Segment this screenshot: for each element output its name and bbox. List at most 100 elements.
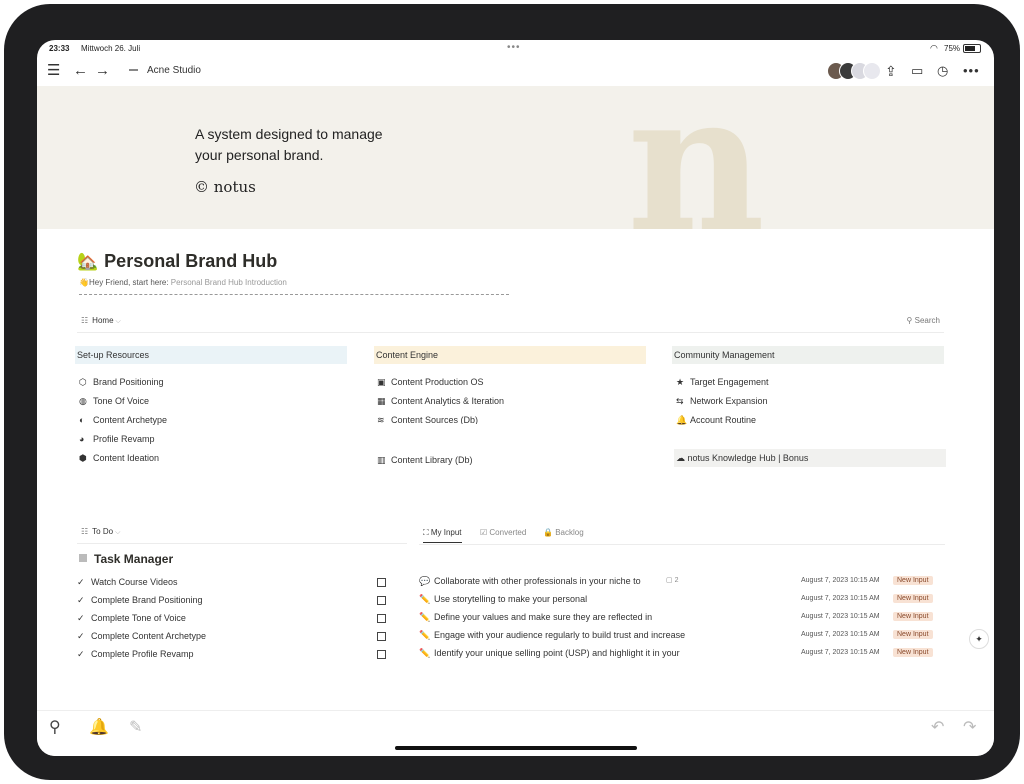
share-icon[interactable]: ⇪ (885, 62, 897, 80)
pencil-icon: ✏️ (419, 612, 431, 622)
input-row[interactable]: ✏️ Engage with your audience regularly t… (419, 630, 945, 644)
list-icon: ☷ (81, 527, 89, 536)
input-row[interactable]: 💬 Collaborate with other professionals i… (419, 576, 945, 590)
link-brand-positioning[interactable]: ⬡ Brand Positioning (79, 377, 164, 388)
grid-icon: ▦ (377, 396, 386, 406)
task-row[interactable]: ✓ Complete Profile Revamp (77, 649, 194, 660)
wifi-icon: ◠ (930, 43, 938, 53)
list-icon: ☷ (81, 316, 89, 325)
link-content-library[interactable]: ▥ Content Library (Db) (377, 455, 473, 466)
tab-converted[interactable]: ☑ Converted (480, 528, 526, 537)
link-content-production[interactable]: ▣ Content Production OS (377, 377, 484, 388)
ipad-frame: 23:33 Mittwoch 26. Juli ••• ◠ 75% ☰ ← → … (4, 4, 1020, 780)
star-icon: ★ (676, 377, 685, 387)
app-screen: 23:33 Mittwoch 26. Juli ••• ◠ 75% ☰ ← → … (37, 40, 994, 756)
pencil-icon: ✏️ (419, 630, 431, 640)
multitasking-dots[interactable]: ••• (507, 42, 521, 53)
breadcrumb[interactable]: Acne Studio (147, 65, 201, 76)
banner-letter-graphic: n (627, 86, 766, 229)
compose-icon[interactable]: ✎ (129, 717, 142, 737)
input-text: Define your values and make sure they ar… (434, 612, 653, 622)
status-bar: 23:33 Mittwoch 26. Juli ••• ◠ 75% (37, 40, 994, 56)
input-row[interactable]: ✏️ Identify your unique selling point (U… (419, 648, 945, 659)
link-label: Network Expansion (690, 396, 768, 406)
todo-view-selector[interactable]: ☷ To Do ⌵ (81, 527, 120, 537)
task-checkbox[interactable] (377, 614, 386, 623)
link-content-ideation[interactable]: ⬢ Content Ideation (79, 453, 159, 464)
lock-icon: 🔒 (543, 528, 553, 537)
bell-icon[interactable]: 🔔 (89, 717, 109, 737)
redo-icon[interactable]: ↷ (963, 717, 976, 737)
task-checkbox[interactable] (377, 650, 386, 659)
library-icon: ▥ (377, 455, 386, 465)
forward-arrow-icon[interactable]: → (95, 62, 110, 80)
task-checkbox[interactable] (377, 578, 386, 587)
task-row[interactable]: ✓ Complete Tone of Voice (77, 613, 186, 624)
status-badge: New Input (893, 612, 933, 621)
search-label: Search (914, 316, 940, 325)
input-tabs: ⛶ My Input ☑ Converted 🔒 Backlog (419, 526, 945, 545)
comment-icon[interactable]: ▭ (911, 62, 923, 80)
task-row[interactable]: ✓ Complete Content Archetype (77, 631, 206, 642)
column-heading-setup: Set-up Resources (75, 346, 347, 364)
view-name: Home (92, 316, 114, 325)
link-tone-of-voice[interactable]: ◍ Tone Of Voice (79, 396, 149, 407)
knowledge-hub-link[interactable]: ☁ notus Knowledge Hub | Bonus (674, 449, 946, 467)
undo-icon[interactable]: ↶ (931, 717, 944, 737)
page-title: 🏡 Personal Brand Hub (77, 251, 277, 272)
check-icon: ✓ (77, 595, 85, 605)
link-content-archetype[interactable]: ◐ Content Archetype (79, 415, 167, 425)
tab-my-input[interactable]: ⛶ My Input (423, 528, 462, 543)
home-indicator[interactable] (395, 746, 637, 750)
link-account-routine[interactable]: 🔔 Account Routine (676, 415, 756, 426)
link-label: Content Analytics & Iteration (391, 396, 505, 406)
input-text: Use storytelling to make your personal (434, 594, 588, 604)
link-label: Target Engagement (690, 377, 769, 387)
avatar (863, 62, 881, 80)
status-time: 23:33 (49, 44, 70, 53)
task-checkbox[interactable] (377, 632, 386, 641)
link-content-analytics[interactable]: ▦ Content Analytics & Iteration (377, 396, 504, 407)
history-icon[interactable]: ◷ (937, 62, 948, 80)
task-label: Watch Course Videos (91, 577, 178, 587)
frame-icon: ⛶ (423, 528, 429, 537)
pencil-icon: ✏️ (419, 594, 431, 604)
link-content-sources[interactable]: ≋ Content Sources (Db) (377, 415, 478, 424)
cloud-icon: ☁ (676, 453, 685, 463)
subtitle-prefix: 👋Hey Friend, start here: (79, 278, 169, 287)
intro-link[interactable]: Personal Brand Hub Introduction (171, 278, 287, 287)
back-arrow-icon[interactable]: ← (73, 62, 88, 80)
page-subtitle: 👋Hey Friend, start here: Personal Brand … (79, 278, 287, 287)
ai-sparkle-button[interactable]: ✦ (969, 629, 989, 649)
task-label: Complete Tone of Voice (91, 613, 186, 623)
status-badge: New Input (893, 648, 933, 657)
link-label: Content Library (Db) (391, 455, 473, 465)
task-row[interactable]: ✓ Watch Course Videos (77, 577, 178, 588)
input-date: August 7, 2023 10:15 AM (801, 577, 880, 584)
status-badge: New Input (893, 576, 933, 585)
comment-count[interactable]: ▢ 2 (666, 576, 678, 584)
link-label: Account Routine (690, 415, 757, 425)
input-row[interactable]: ✏️ Use storytelling to make your persona… (419, 594, 945, 608)
task-manager-title-text: Task Manager (94, 552, 174, 566)
more-icon[interactable]: ••• (963, 62, 980, 80)
link-profile-revamp[interactable]: ◕ Profile Revamp (79, 434, 155, 444)
tab-backlog[interactable]: 🔒 Backlog (543, 528, 584, 537)
bell-icon: 🔔 (676, 415, 688, 425)
input-row[interactable]: ✏️ Define your values and make sure they… (419, 612, 945, 626)
link-label: Brand Positioning (93, 377, 164, 387)
task-row[interactable]: ✓ Complete Brand Positioning (77, 595, 203, 606)
link-label: Tone Of Voice (93, 396, 150, 406)
search-button[interactable]: ⚲ Search (907, 316, 940, 325)
menu-icon[interactable]: ☰ (47, 62, 60, 80)
collaborator-avatars[interactable] (827, 62, 883, 80)
search-icon[interactable]: ⚲ (49, 717, 61, 737)
task-checkbox[interactable] (377, 596, 386, 605)
knowledge-hub-label: notus Knowledge Hub | Bonus (687, 453, 809, 463)
view-selector[interactable]: ☷ Home ⌵ (81, 316, 121, 326)
link-target-engagement[interactable]: ★ Target Engagement (676, 377, 769, 388)
input-text: Collaborate with other professionals in … (434, 576, 641, 586)
todo-view-name: To Do (92, 527, 114, 536)
link-network-expansion[interactable]: ⇆ Network Expansion (676, 396, 768, 407)
page-icon (129, 69, 138, 71)
